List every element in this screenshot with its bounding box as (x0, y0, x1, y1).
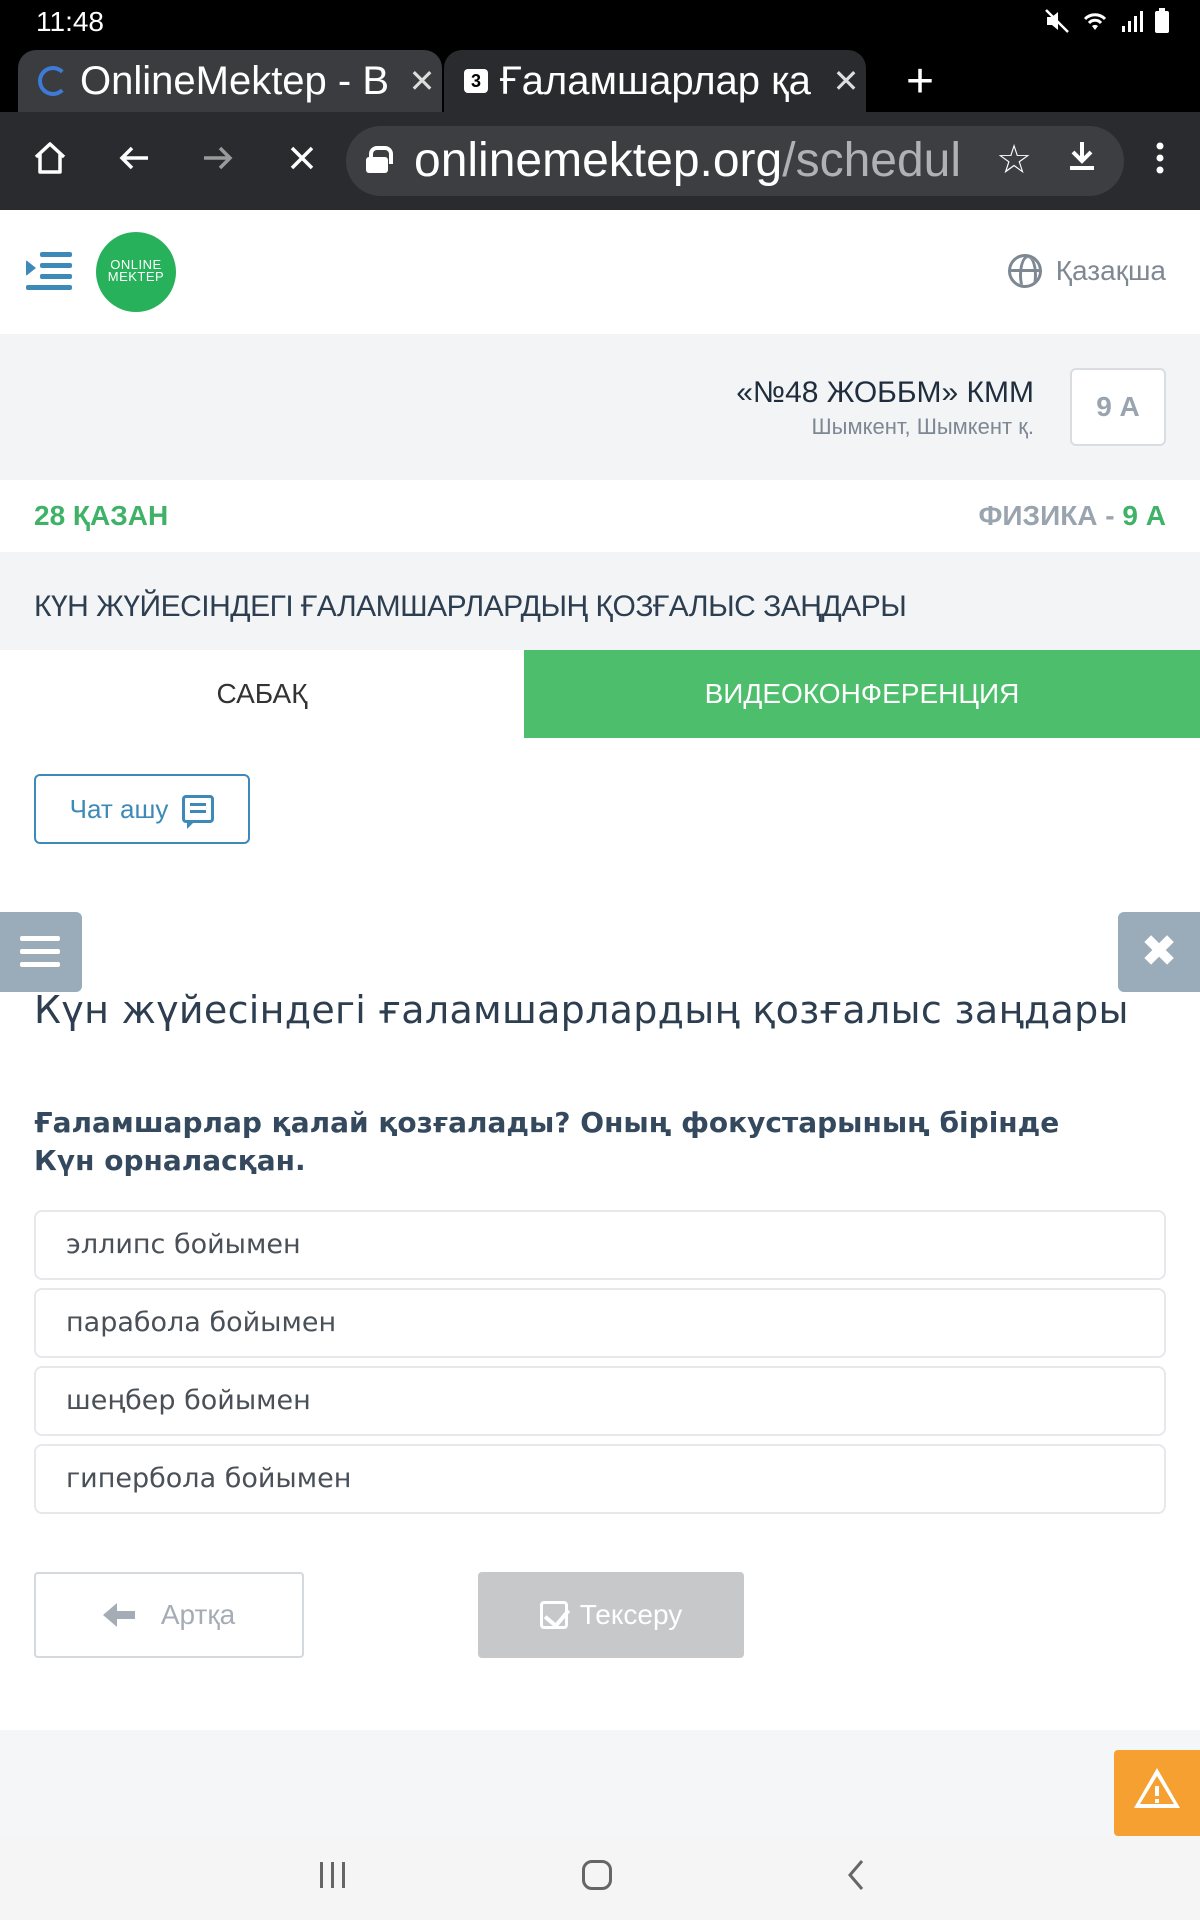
quiz-close-button[interactable]: ✖ (1118, 912, 1200, 992)
back-nav-button[interactable] (104, 132, 164, 192)
subject-class: 9 А (1122, 500, 1166, 531)
address-bar[interactable]: onlinemektep.org/schedul ☆ (346, 126, 1124, 196)
home-button[interactable] (20, 132, 80, 192)
lesson-content: Чат ашу ✖ Күн жүйесіндегі ғаламшарлардың… (0, 738, 1200, 1730)
answer-option[interactable]: гипербола бойымен (34, 1444, 1166, 1514)
status-time: 11:48 (36, 6, 104, 37)
url-host: onlinemektep.org (414, 134, 783, 187)
answer-option[interactable]: шеңбер бойымен (34, 1366, 1166, 1436)
quiz-title: Күн жүйесіндегі ғаламшарлардың қозғалыс … (34, 988, 1129, 1032)
tab-title: Ғаламшарлар қа (500, 58, 811, 103)
wifi-icon (1080, 8, 1110, 39)
lesson-date-bar: 28 ҚАЗАН ФИЗИКА - 9 А (0, 480, 1200, 552)
close-icon (290, 146, 314, 170)
url-text: onlinemektep.org/schedul (414, 134, 974, 188)
browser-toolbar: onlinemektep.org/schedul ☆ (0, 112, 1200, 210)
arrow-left-icon (102, 1603, 135, 1627)
status-bar: 11:48 (0, 0, 1200, 44)
lock-icon (366, 146, 393, 173)
site-header: ONLINE MEKTEP Қазақша (0, 210, 1200, 334)
answer-option[interactable]: парабола бойымен (34, 1288, 1166, 1358)
language-label: Қазақша (1055, 255, 1166, 286)
report-problem-button[interactable] (1114, 1750, 1200, 1836)
language-switcher[interactable]: Қазақша (1007, 254, 1166, 288)
stop-loading-button[interactable] (272, 132, 332, 192)
arrow-right-icon (204, 146, 233, 170)
battery-icon (1154, 8, 1170, 39)
subject-name: ФИЗИКА - (978, 500, 1123, 531)
quiz-menu-button[interactable] (0, 912, 82, 992)
arrow-left-icon (119, 146, 148, 170)
tab-title: OnlineMektep - B (80, 58, 390, 103)
open-chat-label: Чат ашу (69, 793, 169, 824)
answer-option[interactable]: эллипс бойымен (34, 1210, 1166, 1280)
chevron-left-icon (848, 1860, 864, 1890)
lesson-topic: КҮН ЖҮЙЕСІНДЕГІ ҒАЛАМШАРЛАРДЫҢ ҚОЗҒАЛЫС … (34, 590, 907, 623)
school-name: «№48 ЖОББМ» КММ (736, 376, 1034, 409)
quiz-question: Ғаламшарлар қалай қозғалады? Оның фокуст… (34, 1106, 1060, 1177)
home-nav-button[interactable] (582, 1860, 612, 1890)
new-tab-button[interactable]: + (890, 52, 950, 112)
back-button[interactable]: Артқа (34, 1572, 304, 1658)
loading-spinner-icon (38, 66, 68, 96)
android-navigation-bar (0, 1836, 1200, 1920)
signal-icon (1120, 8, 1144, 39)
lesson-subject: ФИЗИКА - 9 А (979, 500, 1166, 532)
mute-icon (1044, 8, 1070, 39)
number-3-icon: 3 (464, 69, 488, 93)
answer-options: эллипс бойымен парабола бойымен шеңбер б… (34, 1210, 1166, 1522)
open-chat-button[interactable]: Чат ашу (34, 774, 250, 844)
bookmark-star-icon[interactable]: ☆ (986, 132, 1042, 188)
check-button-label: Тексеру (579, 1599, 683, 1630)
tab-videoconference[interactable]: ВИДЕОКОНФЕРЕНЦИЯ (524, 650, 1200, 738)
lesson-topic-bar: КҮН ЖҮЙЕСІНДЕГІ ҒАЛАМШАРЛАРДЫҢ ҚОЗҒАЛЫС … (0, 552, 1200, 650)
forward-nav-button[interactable] (188, 132, 248, 192)
browser-menu-button[interactable] (1130, 132, 1190, 192)
browser-tab-strip: OnlineMektep - B ✕ 3 Ғаламшарлар қа ✕ + (0, 44, 1200, 112)
sidebar-toggle-icon[interactable] (26, 250, 72, 292)
more-vertical-icon (1156, 142, 1164, 174)
browser-tab-onlinemektep[interactable]: OnlineMektep - B ✕ (18, 50, 442, 112)
globe-icon (1007, 254, 1042, 288)
recent-apps-button[interactable] (318, 1862, 348, 1888)
close-tab-icon[interactable]: ✕ (402, 62, 442, 100)
school-info: «№48 ЖОББМ» КММ Шымкент, Шымкент қ. 9 А (0, 334, 1200, 480)
browser-tab-planets[interactable]: 3 Ғаламшарлар қа ✕ (444, 50, 866, 112)
status-icons (1044, 8, 1170, 39)
warning-icon-dot (1155, 1799, 1159, 1803)
home-icon (34, 142, 66, 174)
download-icon[interactable] (1054, 132, 1110, 188)
check-answer-button[interactable]: Тексеру (478, 1572, 744, 1658)
class-badge[interactable]: 9 А (1070, 368, 1166, 446)
tab-lesson[interactable]: САБАҚ (0, 650, 524, 738)
url-path: /schedul (782, 134, 962, 187)
checkbox-icon (539, 1601, 568, 1629)
school-city: Шымкент, Шымкент қ. (811, 414, 1034, 439)
logo-line2: MEKTEP (107, 269, 165, 284)
close-tab-icon[interactable]: ✕ (826, 62, 866, 100)
chat-icon (182, 795, 215, 829)
system-back-button[interactable] (846, 1858, 866, 1897)
warning-icon-mark (1155, 1786, 1159, 1796)
lesson-tabs: САБАҚ ВИДЕОКОНФЕРЕНЦИЯ (0, 650, 1200, 738)
back-button-label: Артқа (160, 1599, 236, 1630)
onlinemektep-logo[interactable]: ONLINE MEKTEP (96, 232, 176, 312)
lesson-date: 28 ҚАЗАН (34, 500, 169, 531)
